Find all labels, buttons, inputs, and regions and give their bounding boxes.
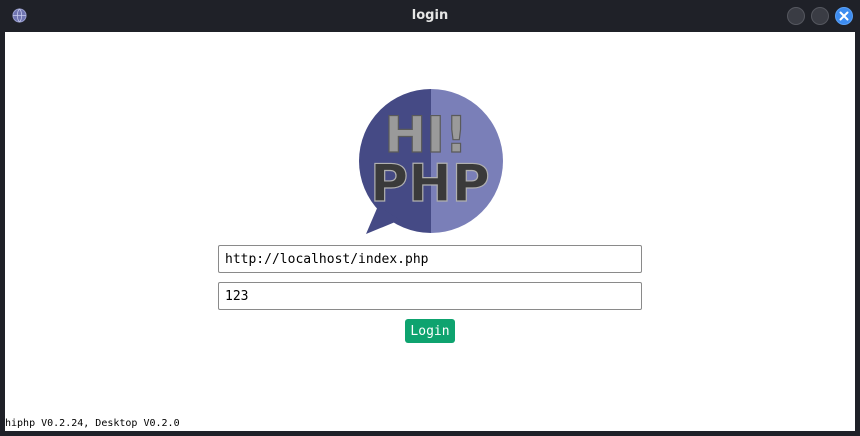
title-bar[interactable]: login (0, 0, 860, 32)
login-button[interactable]: Login (405, 319, 455, 343)
window-title: login (411, 8, 449, 23)
close-icon (839, 11, 849, 21)
version-footer: hiphp V0.2.24, Desktop V0.2.0 (5, 418, 180, 429)
hiphp-logo: HI! PHP (359, 89, 503, 234)
password-input[interactable] (218, 282, 642, 310)
login-view: HI! PHP Login hiphp V0.2.24, Desktop V0.… (5, 32, 855, 431)
url-input[interactable] (218, 245, 642, 273)
app-window: login HI! PHP Login hip (0, 0, 860, 436)
logo-text-php: PHP (370, 154, 490, 214)
close-button[interactable] (835, 7, 853, 25)
maximize-button[interactable] (811, 7, 829, 25)
minimize-button[interactable] (787, 7, 805, 25)
